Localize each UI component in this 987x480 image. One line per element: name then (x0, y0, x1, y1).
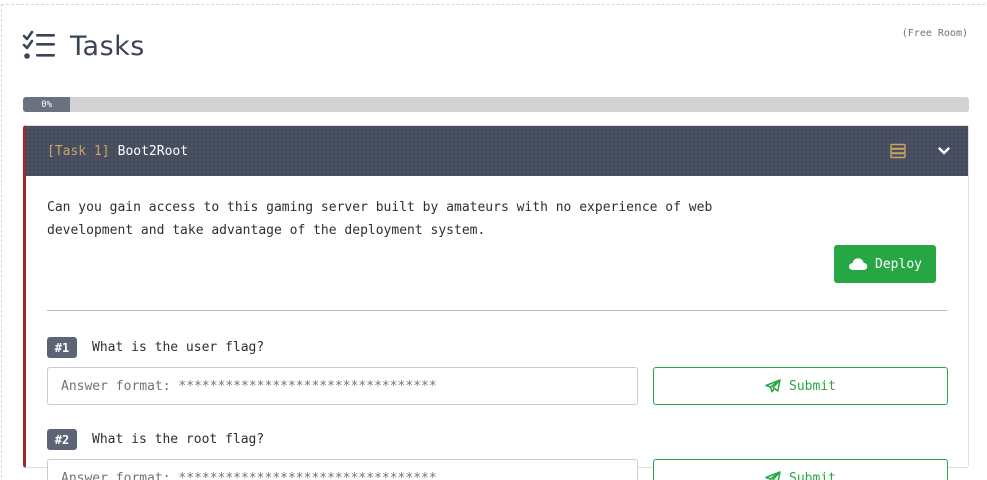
submit-label: Submit (789, 378, 836, 394)
cloud-icon (849, 258, 868, 270)
answer-input[interactable] (47, 367, 638, 405)
task-description: Can you gain access to this gaming serve… (47, 200, 713, 238)
question-text: What is the root flag? (92, 432, 265, 447)
deploy-label: Deploy (875, 256, 922, 272)
deploy-button[interactable]: Deploy (834, 245, 936, 283)
task-header[interactable]: [Task 1] Boot2Root (26, 126, 968, 176)
task-list-icon (22, 30, 55, 59)
chevron-down-icon[interactable] (937, 144, 951, 158)
question-text: What is the user flag? (92, 340, 265, 355)
progress-fill: 0% (23, 97, 71, 112)
question-number-badge: #2 (47, 429, 77, 450)
question-row: #2 What is the root flag? (47, 429, 264, 450)
task-card: [Task 1] Boot2Root Can you gain access t… (23, 125, 969, 480)
submit-label: Submit (789, 470, 836, 480)
page-title: Tasks (70, 30, 145, 62)
page-header: Tasks (22, 28, 145, 64)
task-number-label: [Task 1] (47, 143, 110, 159)
submit-button[interactable]: Submit (653, 459, 948, 480)
answer-input[interactable] (47, 459, 638, 480)
server-icon[interactable] (890, 143, 906, 159)
submit-button[interactable]: Submit (653, 367, 948, 405)
question-row: #1 What is the user flag? (47, 337, 264, 358)
paper-plane-icon (765, 471, 781, 480)
paper-plane-icon (765, 379, 781, 393)
room-type-label: (Free Room) (901, 28, 968, 39)
progress-bar: 0% (23, 97, 969, 112)
progress-label: 0% (41, 99, 53, 110)
task-name: Boot2Root (117, 143, 189, 159)
question-number-badge: #1 (47, 337, 77, 358)
divider (47, 310, 947, 311)
